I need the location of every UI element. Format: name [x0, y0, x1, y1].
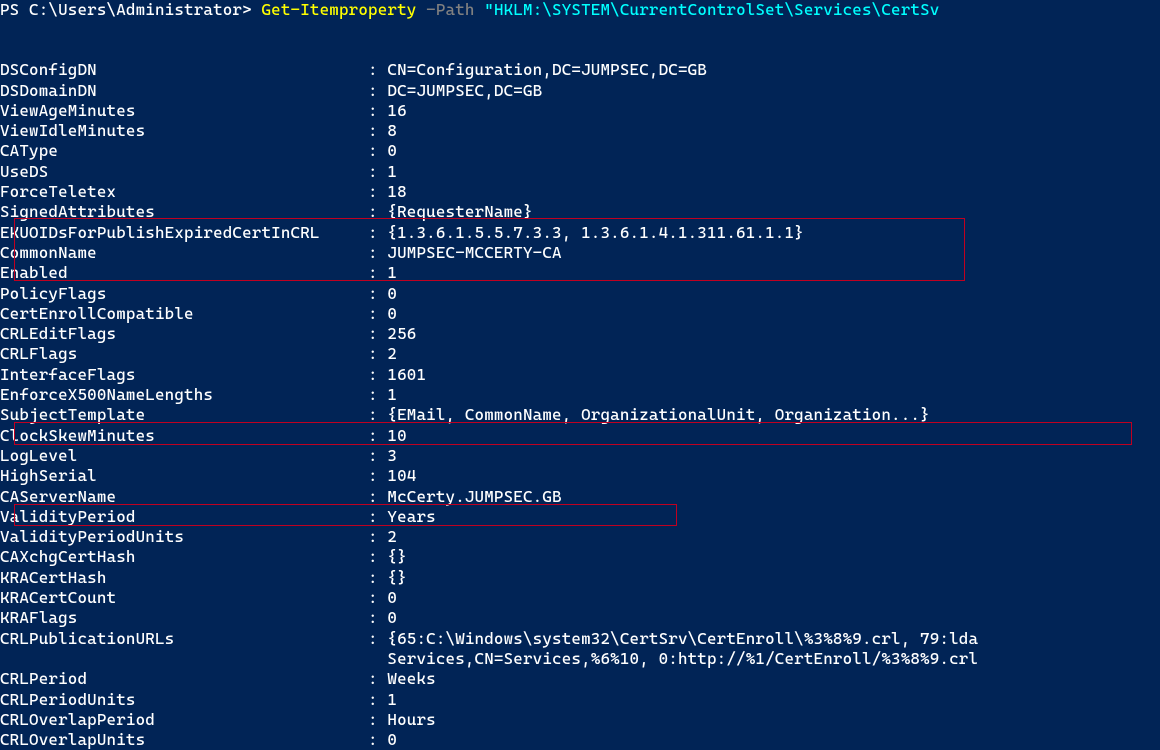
output-line: CRLPeriod : Weeks [0, 669, 1160, 689]
output-line: LogLevel : 3 [0, 446, 1160, 466]
output-line: InterfaceFlags : 1601 [0, 365, 1160, 385]
output-line: SubjectTemplate : {EMail, CommonName, Or… [0, 405, 1160, 425]
output-line: CAServerName : McCerty.JUMPSEC.GB [0, 487, 1160, 507]
output-line: CRLPeriodUnits : 1 [0, 690, 1160, 710]
output-line: ValidityPeriod : Years [0, 507, 1160, 527]
prompt-prefix: PS C:\Users\Administrator> [0, 0, 262, 19]
output-line: CRLOverlapUnits : 0 [0, 730, 1160, 750]
output-line: UseDS : 1 [0, 162, 1160, 182]
output-line: CertEnrollCompatible : 0 [0, 304, 1160, 324]
output-line: SignedAttributes : {RequesterName} [0, 202, 1160, 222]
output-line: PolicyFlags : 0 [0, 284, 1160, 304]
output-line: ViewAgeMinutes : 16 [0, 101, 1160, 121]
output-line: CRLEditFlags : 256 [0, 324, 1160, 344]
prompt-line: PS C:\Users\Administrator> Get-Itemprope… [0, 0, 1160, 20]
output-block: DSConfigDN : CN=Configuration,DC=JUMPSEC… [0, 60, 1160, 750]
output-spacer [0, 20, 1160, 60]
output-line: Enabled : 1 [0, 263, 1160, 283]
output-line: CRLFlags : 2 [0, 344, 1160, 364]
output-line: ViewIdleMinutes : 8 [0, 121, 1160, 141]
output-line: DSDomainDN : DC=JUMPSEC,DC=GB [0, 81, 1160, 101]
output-line: CAType : 0 [0, 141, 1160, 161]
output-line: KRAFlags : 0 [0, 608, 1160, 628]
output-line: ClockSkewMinutes : 10 [0, 426, 1160, 446]
output-line: DSConfigDN : CN=Configuration,DC=JUMPSEC… [0, 60, 1160, 80]
output-line: EnforceX500NameLengths : 1 [0, 385, 1160, 405]
output-line: HighSerial : 104 [0, 466, 1160, 486]
output-line: KRACertHash : {} [0, 568, 1160, 588]
output-line: CommonName : JUMPSEC-MCCERTY-CA [0, 243, 1160, 263]
output-line: CRLOverlapPeriod : Hours [0, 710, 1160, 730]
output-line: ForceTeletex : 18 [0, 182, 1160, 202]
output-line: Services,CN=Services,%6%10, 0:http://%1/… [0, 649, 1160, 669]
output-line: EKUOIDsForPublishExpiredCertInCRL : {1.3… [0, 223, 1160, 243]
prompt-param-value: "HKLM:\SYSTEM\CurrentControlSet\Services… [484, 0, 939, 19]
output-line: CAXchgCertHash : {} [0, 547, 1160, 567]
prompt-cmdlet: Get-Itemproperty [262, 0, 417, 19]
output-line: KRACertCount : 0 [0, 588, 1160, 608]
prompt-param-name: -Path [416, 0, 484, 19]
output-line: CRLPublicationURLs : {65:C:\Windows\syst… [0, 629, 1160, 649]
output-line: ValidityPeriodUnits : 2 [0, 527, 1160, 547]
